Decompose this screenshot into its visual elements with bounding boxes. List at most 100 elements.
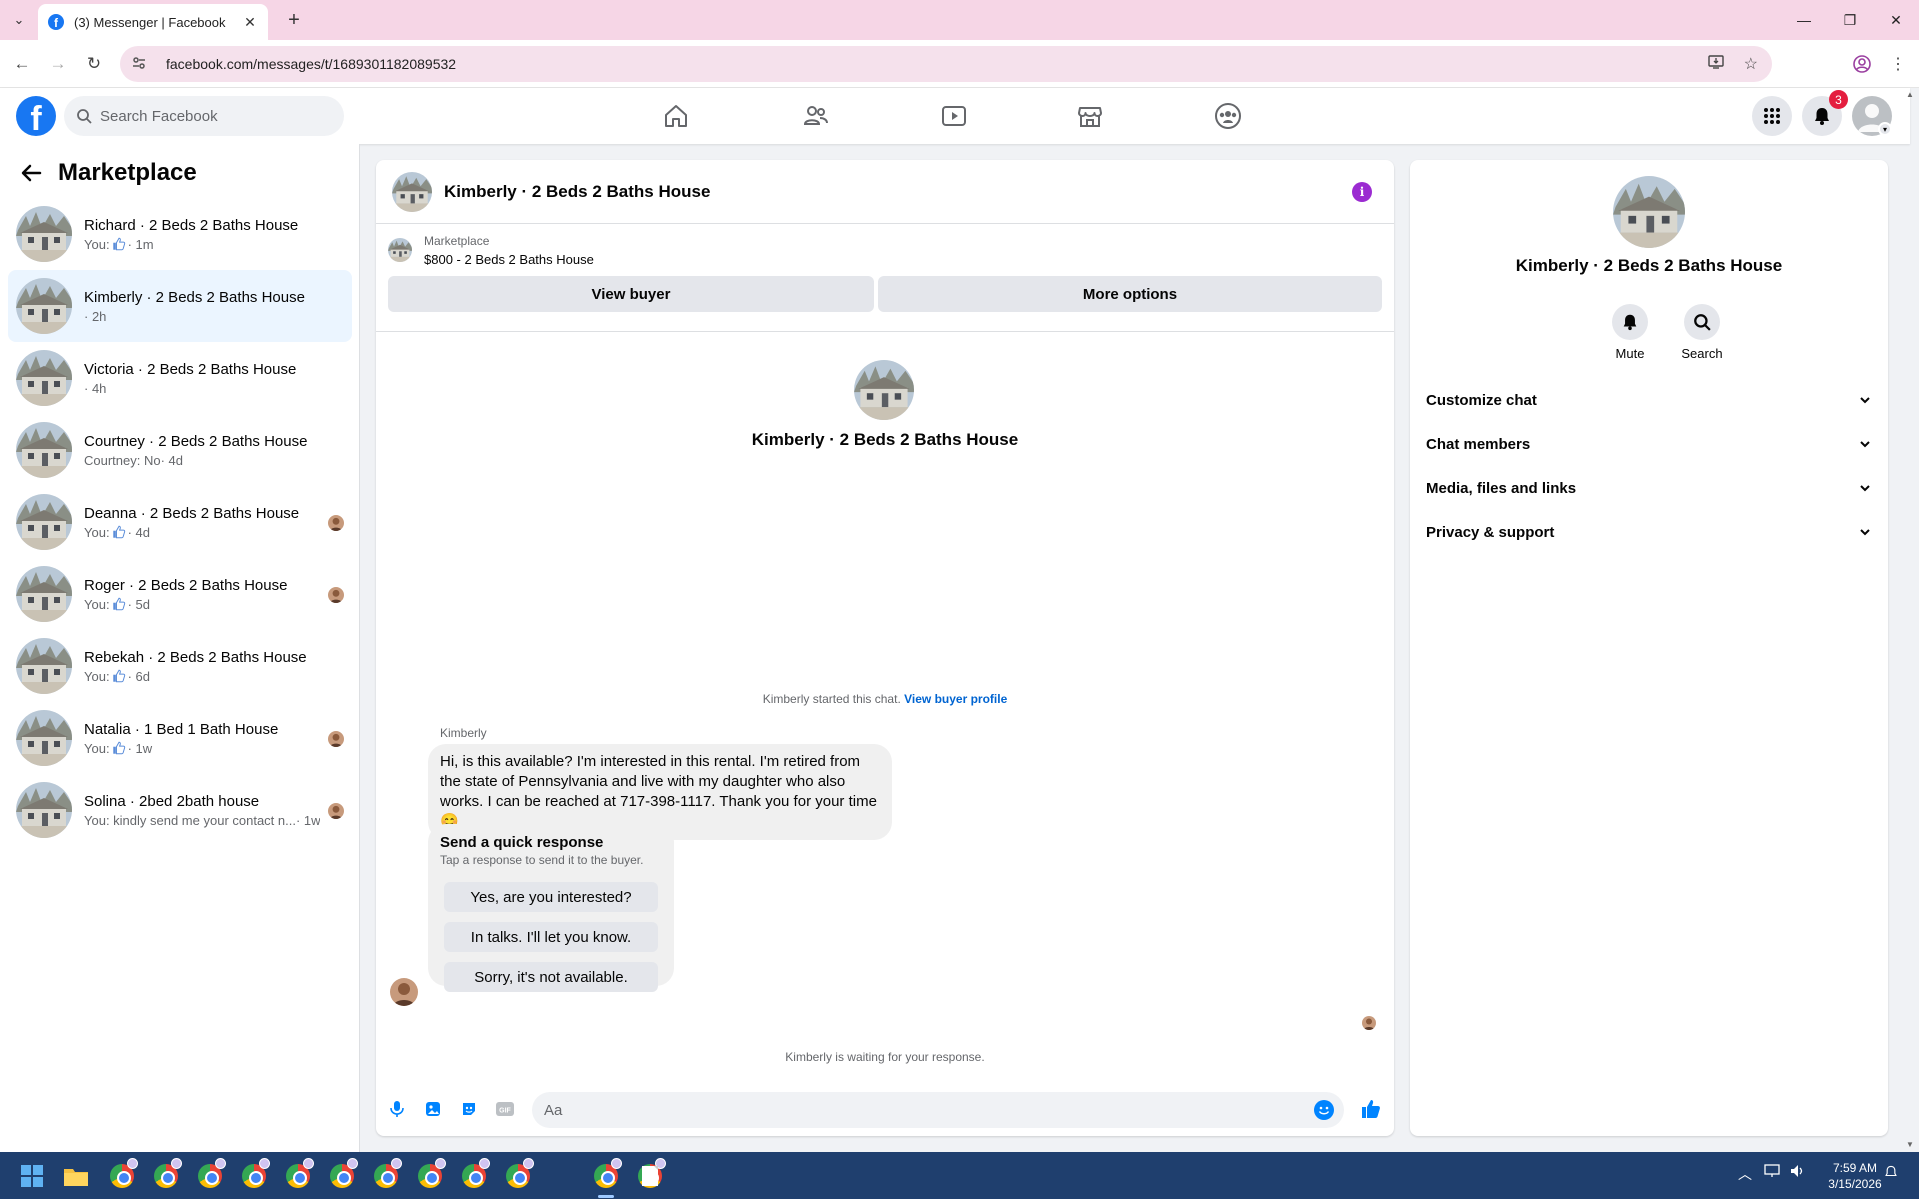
chrome-taskbar-icon[interactable]: [592, 1158, 622, 1198]
chrome-taskbar-icon[interactable]: [108, 1158, 138, 1190]
more-options-button[interactable]: More options: [878, 276, 1382, 312]
nav-groups[interactable]: [1172, 88, 1284, 144]
new-tab-icon[interactable]: +: [282, 8, 306, 32]
conversation-preview: Courtney: No · 4d: [84, 453, 320, 468]
scroll-up-icon[interactable]: ▲: [1906, 90, 1916, 100]
conversation-row[interactable]: Kimberly · 2 Beds 2 Baths House · 2h: [8, 270, 352, 342]
notepad-icon[interactable]: [636, 1162, 664, 1190]
conversation-row[interactable]: Roger · 2 Beds 2 Baths House You: · 5d: [8, 558, 352, 630]
nav-home[interactable]: [620, 88, 732, 144]
file-explorer-icon[interactable]: [62, 1162, 90, 1190]
scroll-down-icon[interactable]: ▼: [1906, 1140, 1916, 1150]
back-icon[interactable]: ←: [10, 52, 34, 76]
chrome-taskbar-icon[interactable]: [152, 1158, 182, 1190]
chat-title[interactable]: Kimberly · 2 Beds 2 Baths House: [444, 182, 710, 202]
waiting-notice: Kimberly is waiting for your response.: [785, 1050, 985, 1064]
close-window-icon[interactable]: ✕: [1876, 8, 1916, 32]
notification-center-icon[interactable]: [1884, 1164, 1898, 1183]
conversation-row[interactable]: Solina · 2bed 2bath house You: kindly sen…: [8, 774, 352, 846]
info-icon[interactable]: i: [1352, 182, 1372, 202]
profile-icon[interactable]: [1850, 52, 1874, 76]
message-input[interactable]: [544, 1101, 1284, 1119]
like-icon[interactable]: [1358, 1096, 1384, 1122]
listing-description[interactable]: $800 - 2 Beds 2 Baths House: [424, 252, 594, 267]
thumbs-up-icon: [112, 669, 125, 683]
seen-avatar: [328, 803, 344, 819]
search-input[interactable]: [100, 107, 320, 125]
view-buyer-profile-link[interactable]: View buyer profile: [904, 692, 1007, 706]
conversation-name: Courtney · 2 Beds 2 Baths House: [84, 432, 308, 450]
section-chat-members[interactable]: Chat members: [1426, 424, 1872, 464]
conversation-row[interactable]: Victoria · 2 Beds 2 Baths House · 4h: [8, 342, 352, 414]
microphone-icon[interactable]: [386, 1098, 408, 1120]
conversation-preview: · 2h: [84, 309, 320, 324]
chrome-taskbar-icon[interactable]: [328, 1158, 358, 1190]
chevron-down-icon[interactable]: ▾: [1878, 122, 1892, 136]
chrome-taskbar-icon[interactable]: [284, 1158, 314, 1190]
quick-response-not-available[interactable]: Sorry, it's not available.: [444, 962, 658, 992]
volume-icon[interactable]: [1790, 1164, 1806, 1181]
quick-response-in-talks[interactable]: In talks. I'll let you know.: [444, 922, 658, 952]
bookmark-star-icon[interactable]: ☆: [1744, 54, 1758, 75]
browser-menu-icon[interactable]: ⋮: [1886, 52, 1910, 76]
nav-marketplace[interactable]: [1034, 88, 1146, 144]
sender-avatar[interactable]: [390, 978, 418, 1006]
conversation-preview: You: · 1w: [84, 741, 320, 756]
show-hidden-icons-icon[interactable]: ︿: [1738, 1164, 1752, 1184]
conversation-row[interactable]: Deanna · 2 Beds 2 Baths House You: · 4d: [8, 486, 352, 558]
taskbar-clock[interactable]: 7:59 AM 3/15/2026: [1820, 1160, 1890, 1192]
conversation-name: Deanna · 2 Beds 2 Baths House: [84, 504, 300, 522]
conversation-row[interactable]: Natalia · 1 Bed 1 Bath House You: · 1w: [8, 702, 352, 774]
section-customize-chat[interactable]: Customize chat: [1426, 380, 1872, 420]
conversation-row[interactable]: Rebekah · 2 Beds 2 Baths House You: · 6d: [8, 630, 352, 702]
chrome-taskbar-icon[interactable]: [416, 1158, 446, 1190]
minimize-icon[interactable]: —: [1784, 8, 1824, 32]
quick-response-card: Send a quick response Tap a response to …: [428, 824, 674, 992]
chevron-down-icon: [1860, 397, 1870, 404]
sticker-icon[interactable]: [458, 1098, 480, 1120]
install-app-icon[interactable]: [1707, 54, 1724, 75]
restore-icon[interactable]: ❐: [1830, 8, 1870, 32]
conversation-thumbnail: [16, 494, 72, 550]
reload-icon[interactable]: ↻: [82, 52, 106, 76]
nav-friends[interactable]: [760, 88, 872, 144]
search-in-chat-button[interactable]: Search: [1672, 304, 1732, 361]
mute-button[interactable]: Mute: [1600, 304, 1660, 361]
clock-time: 7:59 AM: [1832, 1161, 1878, 1175]
menu-button[interactable]: [1752, 96, 1792, 136]
site-info-icon[interactable]: [132, 56, 152, 73]
notifications-button[interactable]: 3: [1802, 90, 1848, 136]
conversation-row[interactable]: Richard · 2 Beds 2 Baths House You: · 1m: [8, 198, 352, 270]
image-icon[interactable]: [422, 1098, 444, 1120]
listing-thumbnail[interactable]: [392, 171, 432, 212]
section-media-files-links[interactable]: Media, files and links: [1426, 468, 1872, 508]
windows-start-icon[interactable]: [18, 1162, 46, 1190]
chrome-taskbar-icon[interactable]: [460, 1158, 490, 1190]
forward-icon[interactable]: →: [46, 52, 70, 76]
chrome-taskbar-icon[interactable]: [240, 1158, 270, 1190]
gif-icon[interactable]: GIF: [494, 1098, 516, 1120]
tab-close-icon[interactable]: ✕: [242, 14, 258, 31]
section-privacy-support[interactable]: Privacy & support: [1426, 512, 1872, 552]
conversation-name: Solina · 2bed 2bath house: [84, 792, 260, 810]
network-icon[interactable]: [1764, 1164, 1780, 1181]
chrome-taskbar-icon[interactable]: [504, 1158, 534, 1190]
preview-text: You: kindly send me your contact n...: [84, 812, 296, 828]
conversation-row[interactable]: Courtney · 2 Beds 2 Baths House Courtney:…: [8, 414, 352, 486]
emoji-icon[interactable]: [1314, 1100, 1334, 1120]
quick-response-yes[interactable]: Yes, are you interested?: [444, 882, 658, 912]
address-bar[interactable]: facebook.com/messages/t/1689301182089532…: [120, 46, 1772, 82]
tab-search-icon[interactable]: ⌄: [8, 9, 30, 31]
browser-tab[interactable]: f (3) Messenger | Facebook ✕: [38, 4, 268, 40]
seen-avatar: [328, 515, 344, 531]
view-buyer-button[interactable]: View buyer: [388, 276, 874, 312]
nav-video[interactable]: [898, 88, 1010, 144]
back-arrow-icon[interactable]: [16, 158, 46, 188]
facebook-search[interactable]: [64, 96, 344, 136]
chrome-taskbar-icon[interactable]: [372, 1158, 402, 1190]
facebook-logo-icon[interactable]: f: [16, 96, 56, 136]
conversation-list: Richard · 2 Beds 2 Baths House You: · 1m Ki…: [8, 198, 352, 846]
chrome-taskbar-icon[interactable]: [196, 1158, 226, 1190]
conversation-preview: You: · 4d: [84, 525, 320, 540]
clock-date: 3/15/2026: [1828, 1177, 1882, 1191]
